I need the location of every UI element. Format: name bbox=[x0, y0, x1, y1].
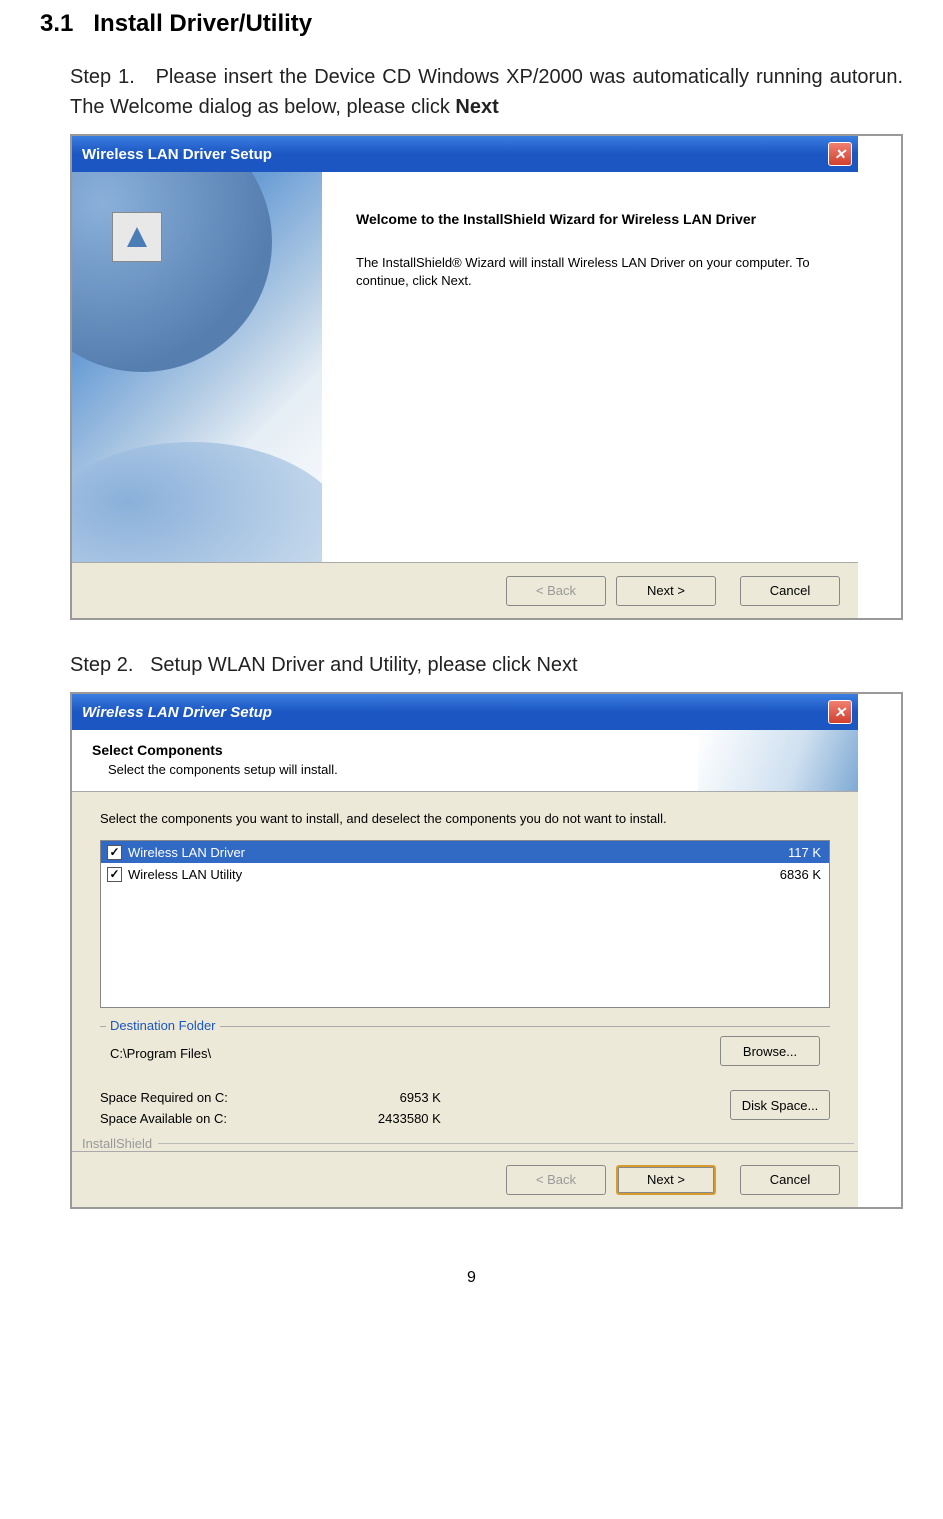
section-number: 3.1 bbox=[40, 10, 73, 37]
next-button[interactable]: Next > bbox=[616, 1165, 716, 1195]
cancel-button[interactable]: Cancel bbox=[740, 1165, 840, 1195]
dialog1-sidebar-graphic bbox=[72, 172, 322, 562]
dialog2-instruction: Select the components you want to instal… bbox=[100, 810, 830, 828]
list-item-label: Wireless LAN Utility bbox=[128, 867, 242, 882]
dialog1-screenshot: Wireless LAN Driver Setup ✕ Welcome to t… bbox=[70, 134, 903, 620]
close-icon[interactable]: ✕ bbox=[828, 142, 852, 166]
space-available-label: Space Available on C: bbox=[100, 1111, 228, 1126]
installshield-logo-icon bbox=[112, 212, 162, 262]
step2-label: Step 2. bbox=[70, 654, 133, 676]
space-required-value: 6953 K bbox=[378, 1090, 441, 1105]
dialog1-title: Wireless LAN Driver Setup bbox=[82, 146, 272, 163]
checkbox-icon[interactable]: ✓ bbox=[107, 845, 122, 860]
disk-space-button[interactable]: Disk Space... bbox=[730, 1090, 830, 1120]
page-number: 9 bbox=[40, 1269, 903, 1287]
back-button: < Back bbox=[506, 1165, 606, 1195]
browse-button[interactable]: Browse... bbox=[720, 1036, 820, 1066]
component-list[interactable]: ✓ Wireless LAN Driver 117 K ✓ Wireless L… bbox=[100, 840, 830, 1008]
step1-bold: Next bbox=[455, 96, 498, 118]
list-item-label: Wireless LAN Driver bbox=[128, 845, 245, 860]
dialog1-welcome-text: The InstallShield® Wizard will install W… bbox=[356, 254, 824, 290]
dialog1-welcome-title: Welcome to the InstallShield Wizard for … bbox=[356, 210, 824, 230]
step1-text: Step 1. Please insert the Device CD Wind… bbox=[70, 62, 903, 122]
list-item[interactable]: ✓ Wireless LAN Utility 6836 K bbox=[101, 863, 829, 885]
dialog2-header-graphic bbox=[698, 730, 858, 791]
destination-folder-legend: Destination Folder bbox=[106, 1018, 220, 1033]
dialog2-footer: < Back Next > Cancel bbox=[72, 1151, 858, 1207]
back-button: < Back bbox=[506, 576, 606, 606]
destination-path: C:\Program Files\ bbox=[110, 1042, 211, 1061]
space-available-value: 2433580 K bbox=[378, 1111, 441, 1126]
destination-folder-group: Destination Folder C:\Program Files\ Bro… bbox=[100, 1026, 830, 1076]
checkbox-icon[interactable]: ✓ bbox=[107, 867, 122, 882]
step2-text: Step 2. Setup WLAN Driver and Utility, p… bbox=[70, 650, 903, 680]
list-item[interactable]: ✓ Wireless LAN Driver 117 K bbox=[101, 841, 829, 863]
dialog2-title: Wireless LAN Driver Setup bbox=[82, 704, 272, 721]
section-heading: 3.1 Install Driver/Utility bbox=[40, 10, 903, 38]
next-button[interactable]: Next > bbox=[616, 576, 716, 606]
installshield-label: InstallShield bbox=[72, 1134, 858, 1151]
space-required-label: Space Required on C: bbox=[100, 1090, 228, 1105]
section-title: Install Driver/Utility bbox=[93, 10, 312, 37]
dialog1-titlebar: Wireless LAN Driver Setup ✕ bbox=[72, 136, 858, 172]
dialog2-screenshot: Wireless LAN Driver Setup ✕ Select Compo… bbox=[70, 692, 903, 1209]
dialog2-titlebar: Wireless LAN Driver Setup ✕ bbox=[72, 694, 858, 730]
cancel-button[interactable]: Cancel bbox=[740, 576, 840, 606]
step1-label: Step 1. bbox=[70, 66, 135, 88]
list-item-size: 6836 K bbox=[780, 867, 821, 882]
list-item-size: 117 K bbox=[788, 845, 821, 860]
dialog2-header: Select Components Select the components … bbox=[72, 730, 858, 792]
dialog1-footer: < Back Next > Cancel bbox=[72, 562, 858, 618]
step2-body: Setup WLAN Driver and Utility, please cl… bbox=[150, 654, 578, 676]
close-icon[interactable]: ✕ bbox=[828, 700, 852, 724]
